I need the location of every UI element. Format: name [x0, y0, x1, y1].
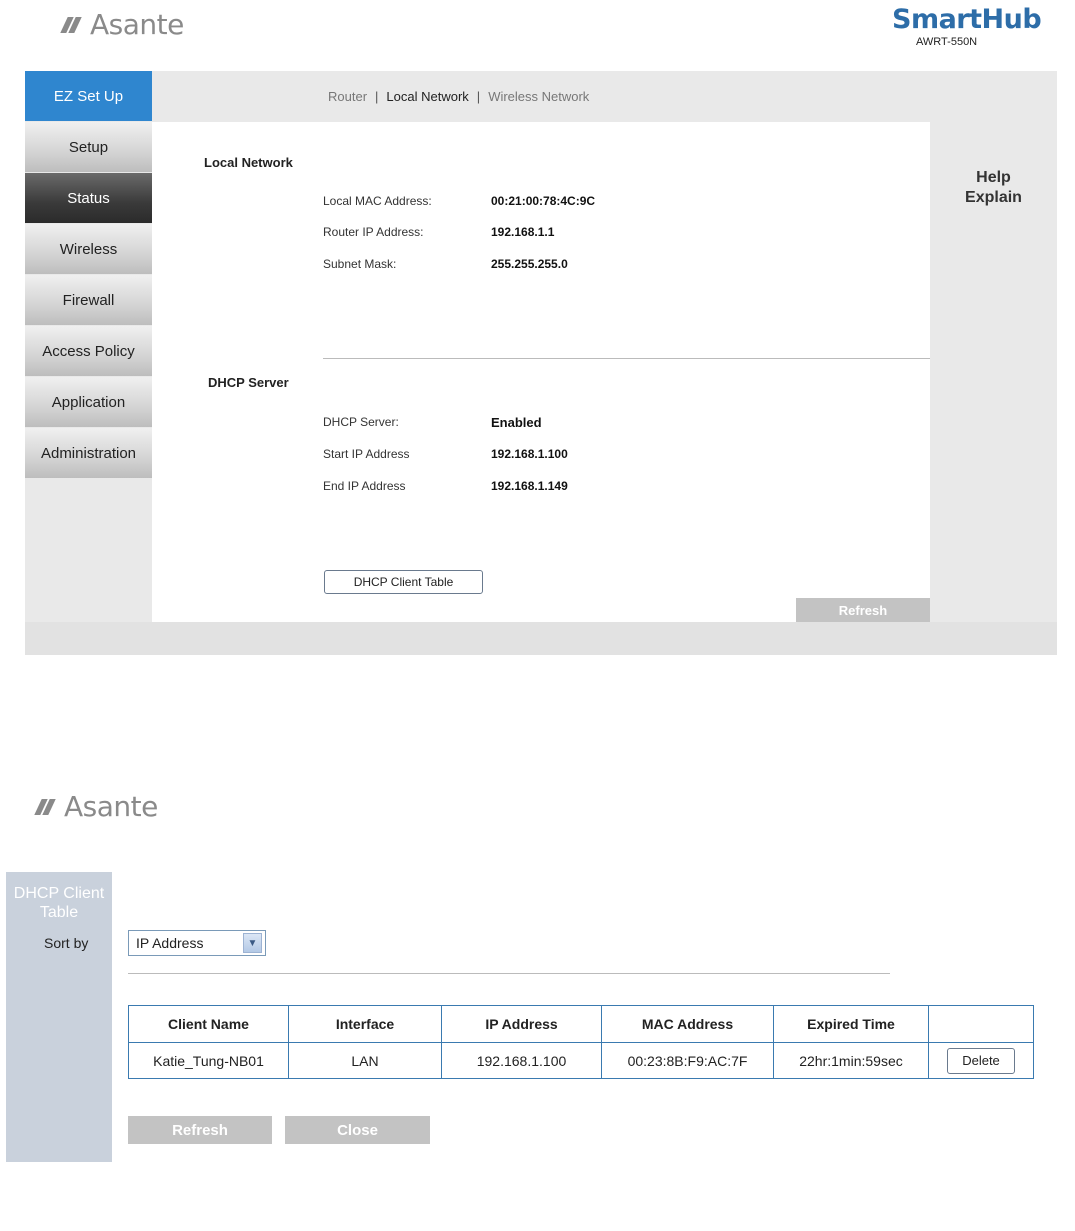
delete-button[interactable]: Delete	[947, 1047, 1015, 1074]
dhcp-client-table-button[interactable]: DHCP Client Table	[324, 570, 483, 594]
breadcrumb: Router | Local Network | Wireless Network	[328, 89, 589, 104]
sidebar-item-label: Status	[67, 189, 110, 207]
cell-ip-address: 192.168.1.100	[441, 1042, 602, 1079]
help-panel[interactable]: Help Explain	[930, 122, 1057, 622]
breadcrumb-router[interactable]: Router	[328, 89, 367, 104]
sidebar-item-firewall[interactable]: Firewall	[25, 275, 152, 326]
client-table: Client Name Interface IP Address MAC Add…	[128, 1005, 1034, 1079]
client-table-title-line2: Table	[39, 904, 79, 921]
dhcp-server-value: Enabled	[491, 415, 542, 430]
sort-by-value: IP Address	[136, 935, 204, 951]
section-divider	[323, 358, 930, 359]
main-panel: EZ Set Up Setup Status Wireless Firewall…	[25, 67, 1057, 655]
local-mac-value: 00:21:00:78:4C:9C	[491, 194, 596, 208]
router-ip-label: Router IP Address:	[323, 225, 424, 239]
router-ip-value: 192.168.1.1	[491, 225, 555, 239]
column-header-action	[928, 1005, 1034, 1043]
sidebar-item-wireless[interactable]: Wireless	[25, 224, 152, 275]
asante-logo: Asante	[60, 8, 184, 41]
cell-interface: LAN	[288, 1042, 442, 1079]
subnet-mask-label: Subnet Mask:	[323, 257, 397, 271]
product-name: SmartHub	[892, 4, 1042, 35]
column-header-ip-address: IP Address	[441, 1005, 602, 1043]
cell-action: Delete	[928, 1042, 1034, 1079]
help-explain: Explain	[965, 189, 1022, 206]
sidebar: EZ Set Up Setup Status Wireless Firewall…	[25, 71, 152, 479]
asante-logo-icon	[60, 16, 84, 33]
table-header-row: Client Name Interface IP Address MAC Add…	[128, 1005, 1034, 1043]
model-number: AWRT-550N	[916, 36, 978, 48]
sidebar-item-label: EZ Set Up	[53, 87, 124, 105]
header-tab	[917, 67, 1012, 71]
dhcp-server-title: DHCP Server	[208, 375, 289, 390]
sidebar-item-administration[interactable]: Administration	[25, 428, 152, 479]
section-divider	[128, 973, 890, 974]
sidebar-item-label: Application	[51, 393, 126, 411]
sidebar-item-application[interactable]: Application	[25, 377, 152, 428]
cell-client-name: Katie_Tung-NB01	[128, 1042, 289, 1079]
local-network-title: Local Network	[204, 155, 293, 170]
chevron-down-icon[interactable]: ▼	[243, 933, 262, 953]
sort-by-label: Sort by	[44, 935, 89, 951]
sidebar-item-label: Setup	[68, 138, 109, 156]
breadcrumb-local-network[interactable]: Local Network	[386, 89, 468, 104]
sidebar-item-setup[interactable]: Setup	[25, 122, 152, 173]
brand-name: Asante	[90, 8, 184, 41]
sidebar-item-ez-setup[interactable]: EZ Set Up	[25, 71, 152, 122]
column-header-expired-time: Expired Time	[773, 1005, 929, 1043]
brand-name: Asante	[64, 790, 158, 823]
sidebar-item-access-policy[interactable]: Access Policy	[25, 326, 152, 377]
column-header-interface: Interface	[288, 1005, 442, 1043]
sidebar-item-label: Wireless	[59, 240, 118, 258]
help-title: Help	[976, 169, 1011, 186]
table-row: Katie_Tung-NB01 LAN 192.168.1.100 00:23:…	[128, 1042, 1034, 1079]
asante-logo: Asante	[34, 790, 158, 823]
footer-strip	[25, 622, 1057, 655]
client-table-title-line1: DHCP Client	[13, 885, 105, 902]
cell-expired-time: 22hr:1min:59sec	[773, 1042, 929, 1079]
local-mac-label: Local MAC Address:	[323, 194, 432, 208]
cell-mac-address: 00:23:8B:F9:AC:7F	[601, 1042, 774, 1079]
end-ip-value: 192.168.1.149	[491, 479, 568, 493]
sort-by-select[interactable]: IP Address ▼	[128, 930, 266, 956]
client-refresh-button[interactable]: Refresh	[128, 1116, 272, 1144]
start-ip-label: Start IP Address	[323, 447, 410, 461]
breadcrumb-wireless-network[interactable]: Wireless Network	[488, 89, 589, 104]
sidebar-item-label: Firewall	[62, 291, 115, 309]
sidebar-item-label: Access Policy	[42, 342, 135, 360]
subnet-mask-value: 255.255.255.0	[491, 257, 568, 271]
breadcrumb-separator: |	[476, 89, 481, 104]
column-header-client-name: Client Name	[128, 1005, 289, 1043]
close-button[interactable]: Close	[285, 1116, 430, 1144]
breadcrumb-separator: |	[375, 89, 379, 104]
asante-logo-icon	[34, 798, 58, 815]
end-ip-label: End IP Address	[323, 479, 406, 493]
sidebar-item-status[interactable]: Status	[25, 173, 152, 224]
start-ip-value: 192.168.1.100	[491, 447, 568, 461]
client-table-title: DHCP Client Table	[6, 884, 112, 922]
column-header-mac-address: MAC Address	[601, 1005, 774, 1043]
sidebar-item-label: Administration	[40, 444, 137, 462]
dhcp-server-label: DHCP Server:	[323, 415, 399, 429]
refresh-button[interactable]: Refresh	[796, 598, 930, 622]
